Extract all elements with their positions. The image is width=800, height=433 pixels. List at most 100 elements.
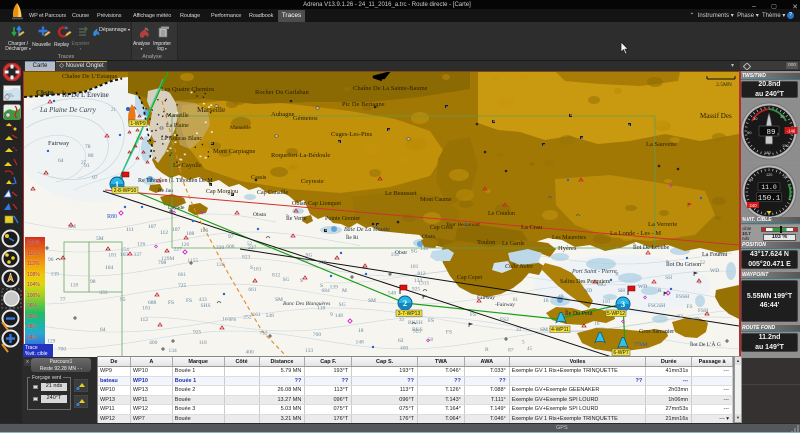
svg-text:La Fourmi: La Fourmi xyxy=(702,252,728,258)
svg-text:5-WP12: 5-WP12 xyxy=(606,311,624,317)
svg-text:812: 812 xyxy=(417,271,426,277)
svg-text:Gros Sarranier: Gros Sarranier xyxy=(639,329,674,335)
svg-text:Île Verte: Île Verte xyxy=(286,214,307,222)
svg-text:90: 90 xyxy=(747,130,752,135)
svg-text:Cap Cepet: Cap Cepet xyxy=(457,275,482,281)
svg-text:H: H xyxy=(581,136,583,140)
svg-text:1-WP9: 1-WP9 xyxy=(130,121,146,127)
svg-text:Hyères: Hyères xyxy=(558,245,577,252)
svg-text:148: 148 xyxy=(420,246,429,252)
svg-text:La Londe - Les - M: La Londe - Les - M xyxy=(610,230,661,237)
svg-text:Chaîne De L’Estaque: Chaîne De L’Estaque xyxy=(62,73,117,80)
svg-text:150: 150 xyxy=(782,143,789,148)
svg-text:Marseille: Marseille xyxy=(197,105,226,114)
svg-text:181: 181 xyxy=(142,305,151,311)
svg-text:181: 181 xyxy=(253,266,262,272)
svg-text:330: 330 xyxy=(216,245,225,251)
svg-text:Port Saint - Pierre: Port Saint - Pierre xyxy=(571,269,617,275)
svg-text:433: 433 xyxy=(99,290,108,296)
svg-text:Chaîne De La Sainte-Baume: Chaîne De La Sainte-Baume xyxy=(353,85,428,92)
svg-text:Loyade: Loyade xyxy=(168,205,185,211)
svg-text:96: 96 xyxy=(48,257,54,263)
svg-text:112: 112 xyxy=(140,317,148,323)
svg-text:H: H xyxy=(388,128,390,132)
svg-text:H: H xyxy=(570,113,572,117)
svg-text:18: 18 xyxy=(358,328,364,334)
svg-text:30: 30 xyxy=(780,114,785,119)
svg-text:112: 112 xyxy=(160,230,168,236)
svg-text:Roquefort-La-Bédoule: Roquefort-La-Bédoule xyxy=(271,152,330,159)
svg-text:30: 30 xyxy=(753,116,758,121)
svg-text:FS: FS xyxy=(445,329,451,335)
svg-text:Île De L’Érevine: Île De L’Érevine xyxy=(62,91,109,99)
svg-text:Chstn.: Chstn. xyxy=(36,89,56,97)
svg-text:752: 752 xyxy=(259,330,268,336)
svg-text:H: H xyxy=(543,143,545,147)
svg-text:Île Du Petit: Île Du Petit xyxy=(565,309,593,317)
svg-text:107: 107 xyxy=(172,227,181,233)
svg-text:SHS: SHS xyxy=(200,303,210,309)
svg-text:H: H xyxy=(628,123,630,127)
svg-text:126: 126 xyxy=(216,262,225,268)
svg-text:110: 110 xyxy=(601,299,609,305)
svg-text:400: 400 xyxy=(149,340,158,346)
svg-text:95: 95 xyxy=(120,297,126,303)
svg-text:Baie De La Moutte: Baie De La Moutte xyxy=(344,227,390,233)
svg-text:752: 752 xyxy=(300,258,309,264)
svg-text:106: 106 xyxy=(200,228,209,234)
svg-text:823: 823 xyxy=(242,254,251,260)
svg-text:La Cayolle: La Cayolle xyxy=(173,162,202,169)
svg-text:107: 107 xyxy=(148,224,157,230)
svg-text:Le Roucas Blanc: Le Roucas Blanc xyxy=(161,136,202,142)
svg-text:725: 725 xyxy=(178,283,187,289)
svg-text:Îlot De L’Â G: Îlot De L’Â G xyxy=(690,340,721,348)
svg-text:97: 97 xyxy=(228,234,234,240)
svg-text:FS: FS xyxy=(686,304,692,310)
svg-text:118: 118 xyxy=(198,340,206,346)
svg-text:Les Maurettes: Les Maurettes xyxy=(552,235,587,241)
svg-text:H: H xyxy=(493,119,495,123)
svg-text:90: 90 xyxy=(749,178,753,182)
svg-text:89: 89 xyxy=(766,129,775,137)
svg-text:661: 661 xyxy=(177,272,186,278)
svg-text:Re Jau: Re Jau xyxy=(158,188,173,194)
svg-text:548: 548 xyxy=(387,290,396,296)
svg-text:FS: FS xyxy=(186,298,192,304)
svg-text:Rocher Du Garlaban: Rocher Du Garlaban xyxy=(255,89,310,96)
svg-text:Le Beausset: Le Beausset xyxy=(385,190,417,197)
svg-text:FS: FS xyxy=(428,318,434,324)
svg-text:SG: SG xyxy=(338,302,345,308)
svg-text:16: 16 xyxy=(593,321,599,327)
svg-text:108: 108 xyxy=(186,231,195,237)
svg-text:R80: R80 xyxy=(107,214,117,220)
svg-text:134: 134 xyxy=(168,348,177,354)
svg-text:104: 104 xyxy=(105,265,114,271)
svg-text:98: 98 xyxy=(90,279,96,285)
svg-text:R: R xyxy=(485,347,489,353)
svg-text:La Plaine: La Plaine xyxy=(166,123,189,129)
svg-text:11.0: 11.0 xyxy=(761,184,777,191)
svg-text:Ceyreste: Ceyreste xyxy=(301,178,324,185)
svg-text:64: 64 xyxy=(100,327,106,333)
svg-text:FS: FS xyxy=(168,300,174,306)
svg-text:58: 58 xyxy=(428,338,434,343)
svg-text:126: 126 xyxy=(180,242,189,248)
svg-text:700: 700 xyxy=(312,332,321,338)
svg-text:Île Ri: Île Ri xyxy=(346,233,359,241)
svg-text:3: 3 xyxy=(620,299,624,309)
svg-text:337: 337 xyxy=(133,252,142,258)
svg-text:129M: 129M xyxy=(161,256,174,262)
svg-text:252: 252 xyxy=(243,315,252,321)
svg-text:161: 161 xyxy=(318,260,327,266)
svg-text:700: 700 xyxy=(57,347,66,353)
svg-text:52: 52 xyxy=(700,261,706,266)
svg-text:Mont Caume: Mont Caume xyxy=(420,197,452,203)
svg-text:5M: 5M xyxy=(96,236,104,242)
svg-text:Tour Beaumont: Tour Beaumont xyxy=(446,222,480,228)
svg-text:Îlot De Leoube: Îlot De Leoube xyxy=(633,243,670,251)
svg-text:HG: HG xyxy=(598,282,606,288)
svg-text:SH: SH xyxy=(618,288,625,294)
svg-text:FS: FS xyxy=(470,312,476,318)
svg-text:9: 9 xyxy=(330,312,333,318)
svg-text:Aubagne: Aubagne xyxy=(271,111,295,118)
